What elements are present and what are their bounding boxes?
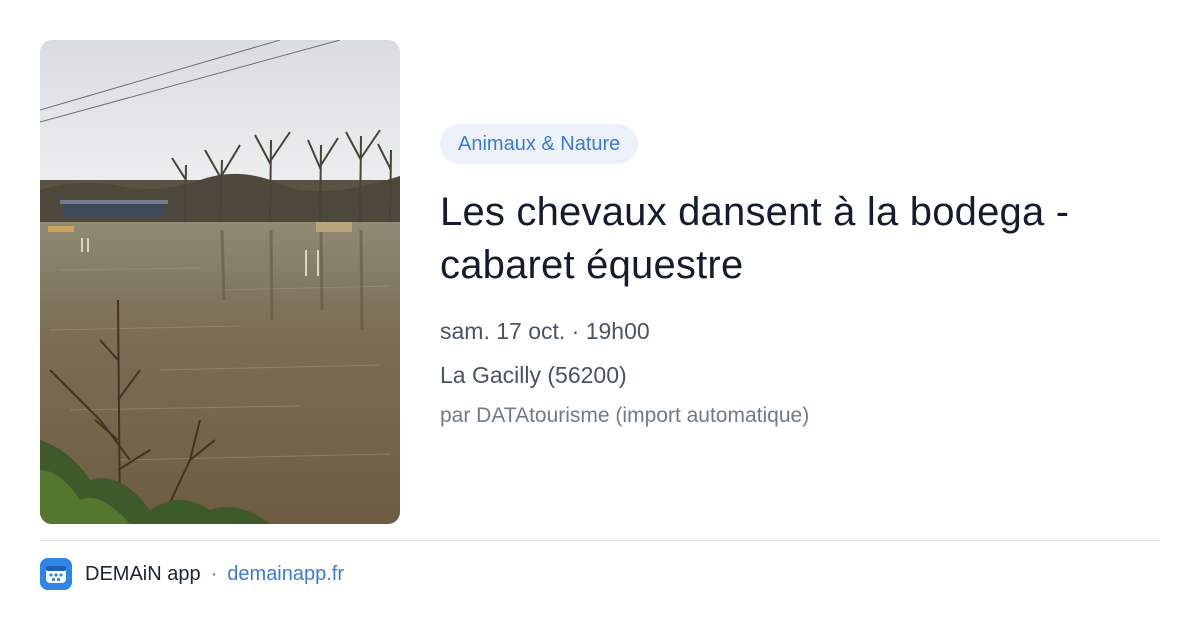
category-badge[interactable]: Animaux & Nature	[440, 124, 639, 164]
event-location: La Gacilly (56200)	[440, 362, 627, 388]
demain-logo-icon[interactable]	[40, 558, 72, 590]
footer: DEMAiN app · demainapp.fr	[40, 558, 344, 590]
app-name: DEMAiN app	[85, 562, 201, 585]
event-photo	[40, 40, 400, 524]
event-source: par DATAtourisme (import automatique)	[440, 404, 810, 427]
event-details: Animaux & Nature Les chevaux dansent à l…	[440, 124, 1160, 430]
app-link[interactable]: demainapp.fr	[227, 563, 344, 586]
footer-divider	[40, 540, 1160, 541]
event-date: sam. 17 oct. · 19h00	[440, 318, 650, 344]
event-title[interactable]: Les chevaux dansent à la bodega - cabare…	[440, 186, 1160, 292]
footer-separator: ·	[210, 562, 218, 585]
